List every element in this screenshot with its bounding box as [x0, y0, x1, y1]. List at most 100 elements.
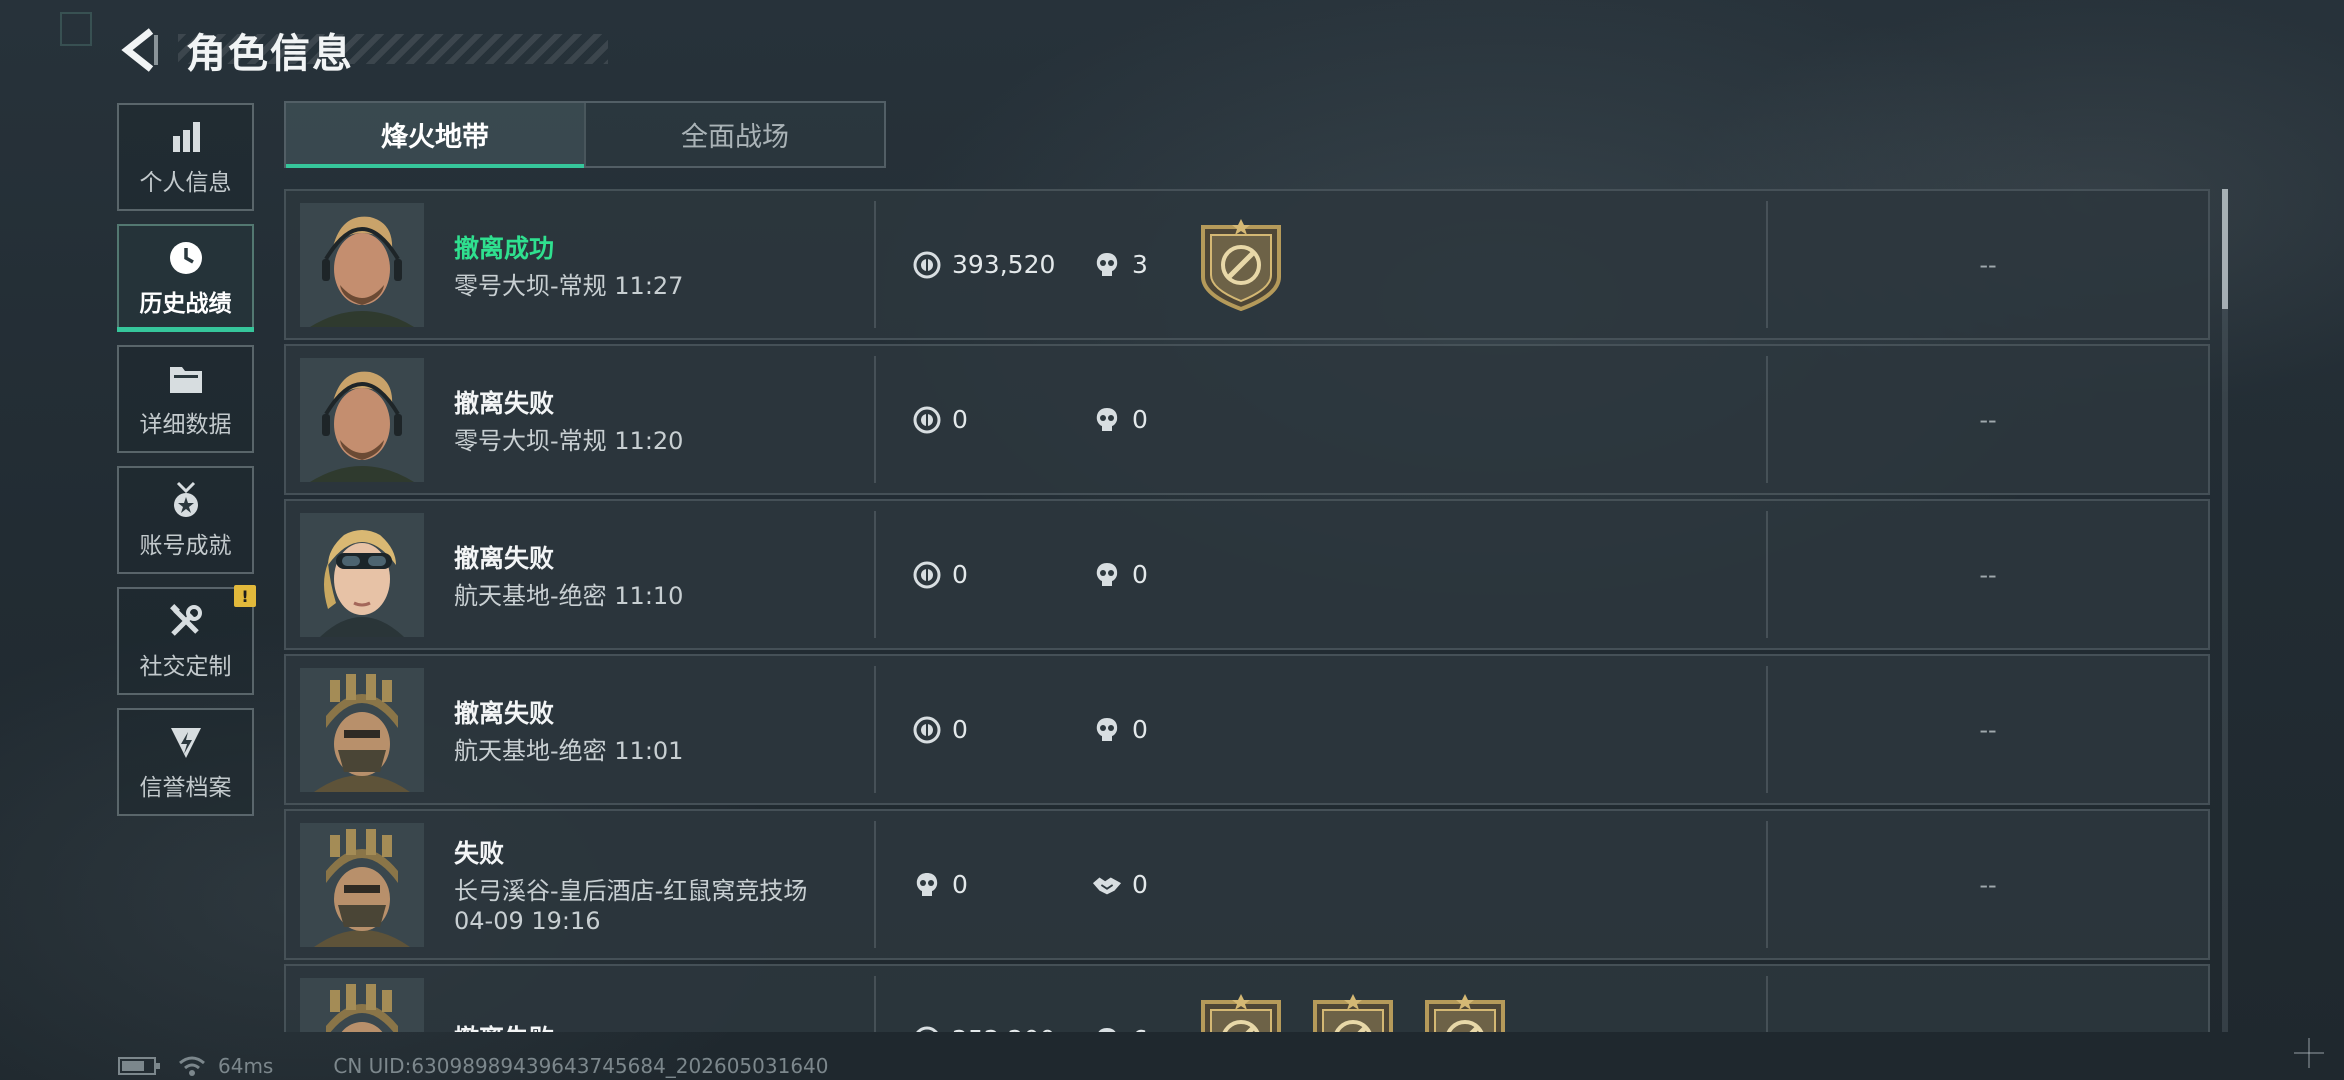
match-stats: 393,520 3	[876, 191, 1766, 338]
operator-portrait	[300, 358, 424, 482]
stat-secondary: 3	[1092, 250, 1197, 280]
match-record-list[interactable]: 撤离成功 零号大坝-常规 11:27 393,520 3 -- 撤离失败 零号大坝-常规 1…	[284, 189, 2210, 1032]
skull-icon	[1092, 1025, 1122, 1032]
nav-label: 账号成就	[139, 533, 232, 559]
stat-primary-value: 0	[952, 405, 968, 434]
page-title: 角色信息	[186, 31, 354, 77]
handshake-icon	[1092, 870, 1122, 900]
match-result: --	[1979, 870, 1997, 899]
match-record-row[interactable]: 撤离失败 零号大坝-常规 11:20 0 0 --	[284, 344, 2210, 495]
coin-icon	[912, 715, 942, 745]
nav-item-social-custom[interactable]: ! 社交定制	[117, 585, 256, 695]
extraction-status: 撤离失败	[454, 388, 555, 418]
operator-portrait	[300, 978, 424, 1032]
stat-primary-value: 0	[952, 870, 968, 899]
match-result: --	[1979, 715, 1997, 744]
match-record-row[interactable]: 撤离失败 航天基地-绝密 11:01 0 0 --	[284, 654, 2210, 805]
stat-secondary-value: 0	[1132, 715, 1148, 744]
extraction-status: 撤离失败	[454, 543, 555, 573]
match-info: 撤离成功 零号大坝-常规 11:27	[424, 191, 874, 338]
match-result: --	[1979, 250, 1997, 279]
stat-primary: 0	[912, 715, 1092, 745]
stat-primary: 393,520	[912, 250, 1092, 280]
scrollbar[interactable]	[2222, 189, 2228, 1032]
match-info: 撤离失败航天基地-绝密 11:10	[424, 501, 874, 648]
match-detail: 航天基地-绝密 11:10	[454, 581, 684, 610]
operator-portrait	[300, 668, 424, 792]
skull-icon	[1092, 250, 1122, 280]
back-button[interactable]	[118, 24, 164, 76]
match-stats: 252,200 6	[876, 966, 1766, 1032]
stat-primary-value: 0	[952, 560, 968, 589]
nav-label: 历史战绩	[139, 291, 232, 317]
tab-full-battlefield[interactable]: 全面战场	[584, 103, 884, 166]
match-detail: 长弓溪谷-皇后酒店-红鼠窝竞技场	[454, 876, 808, 905]
user-uid: CN UID:630989894396437456​84_20260503164…	[333, 1054, 829, 1078]
nav-item-detailed-data[interactable]: 详细数据	[117, 345, 254, 453]
skull-icon	[1092, 715, 1122, 745]
shield-bolt-icon	[166, 722, 206, 762]
corner-decoration	[60, 12, 92, 46]
match-info: 失败 长弓溪谷-皇后酒店-红鼠窝竞技场 04-09 19:16	[424, 811, 874, 958]
medal-badge-icon	[1197, 993, 1285, 1032]
header: 角色信息	[118, 22, 608, 78]
nav-item-achievements[interactable]: 账号成就	[117, 466, 254, 574]
stat-primary: 0	[912, 870, 1092, 900]
match-detail: 零号大坝-常规 11:20	[454, 426, 684, 455]
stat-secondary-value: 6	[1132, 1025, 1148, 1032]
nav-label: 社交定制	[139, 654, 232, 680]
match-result: --	[1979, 560, 1997, 589]
nav-label: 信誉档案	[139, 775, 232, 801]
match-result	[1768, 966, 2208, 1032]
mode-tabs: 烽火地带 全面战场	[284, 101, 886, 168]
scrollbar-thumb[interactable]	[2222, 189, 2228, 309]
folder-icon	[166, 359, 206, 399]
match-record-row[interactable]: 撤离失败 252,200 6	[284, 964, 2210, 1032]
nav-label: 个人信息	[139, 170, 232, 196]
stat-secondary: 0	[1092, 405, 1197, 435]
crosshair-decoration	[2294, 1038, 2324, 1068]
ping-value: 64ms	[218, 1054, 274, 1078]
extraction-status: 撤离成功	[454, 233, 555, 263]
battery-icon	[118, 1057, 160, 1075]
stat-secondary: 0	[1092, 560, 1197, 590]
coin-icon	[912, 405, 942, 435]
medal-badge-icon	[1421, 993, 1509, 1032]
stat-secondary-value: 0	[1132, 405, 1148, 434]
notification-badge: !	[234, 585, 256, 607]
operator-portrait	[300, 823, 424, 947]
stat-primary: 252,200	[912, 1025, 1092, 1032]
match-stats: 00	[876, 811, 1766, 958]
tab-beacon-zone[interactable]: 烽火地带	[286, 103, 584, 168]
back-arrow-icon	[121, 28, 158, 72]
nav-item-credit-profile[interactable]: 信誉档案	[117, 708, 254, 816]
tools-icon	[166, 601, 206, 641]
extraction-status: 失败	[454, 838, 505, 868]
match-record-row[interactable]: 失败 长弓溪谷-皇后酒店-红鼠窝竞技场 04-09 19:16 0 0 --	[284, 809, 2210, 960]
coin-icon	[912, 1025, 942, 1032]
status-bar: 64ms CN UID:630989894396437456​84_202605…	[118, 1054, 829, 1078]
operator-portrait	[300, 203, 424, 327]
stat-primary: 0	[912, 405, 1092, 435]
stat-primary-value: 252,200	[952, 1025, 1055, 1032]
sidebar-nav: 个人信息 历史战绩 详细数据 账号成就 ! 社交定制 信誉档案	[117, 103, 256, 829]
extraction-status: 撤离失败	[454, 698, 555, 728]
match-stats: 00	[876, 656, 1766, 803]
medal-badge-icon	[1197, 218, 1285, 311]
achievement-icon	[166, 480, 206, 520]
nav-label: 详细数据	[139, 412, 232, 438]
nav-item-match-history[interactable]: 历史战绩	[117, 224, 254, 332]
skull-icon	[912, 870, 942, 900]
coin-icon	[912, 560, 942, 590]
coin-icon	[912, 250, 942, 280]
match-info: 撤离失败零号大坝-常规 11:20	[424, 346, 874, 493]
medal-badge-icon	[1309, 993, 1397, 1032]
match-stats: 00	[876, 501, 1766, 648]
stat-secondary: 0	[1092, 870, 1197, 900]
match-record-row[interactable]: 撤离失败 航天基地-绝密 11:10 0 0 --	[284, 499, 2210, 650]
nav-item-personal-info[interactable]: 个人信息	[117, 103, 254, 211]
match-record-row[interactable]: 撤离成功 零号大坝-常规 11:27 393,520 3 --	[284, 189, 2210, 340]
stat-primary-value: 0	[952, 715, 968, 744]
extraction-status: 撤离失败	[454, 1019, 874, 1033]
match-info: 撤离失败	[424, 966, 874, 1033]
